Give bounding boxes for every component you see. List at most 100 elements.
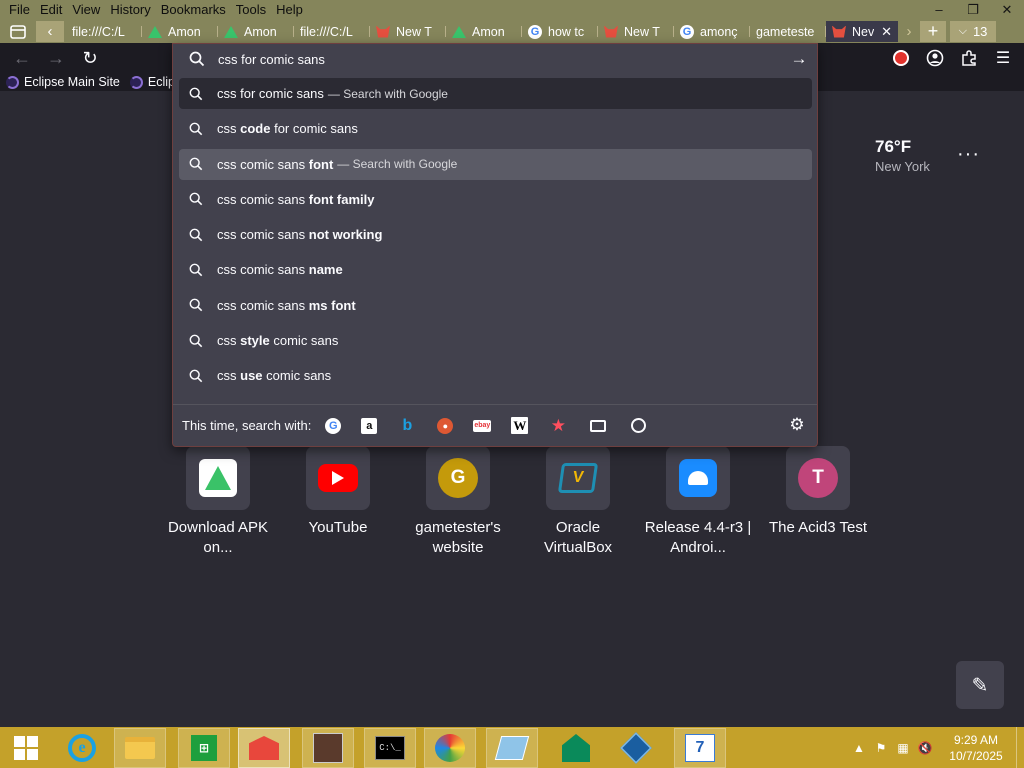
suggestion-row[interactable]: css comic sans ms font — [179, 290, 812, 321]
show-desktop-button[interactable] — [1016, 727, 1024, 768]
firefox-view-button[interactable] — [0, 21, 36, 42]
suggestion-bold: use — [240, 368, 263, 384]
minimize-button[interactable]: – — [922, 0, 956, 19]
weather-menu-icon[interactable]: ··· — [957, 143, 980, 166]
clock[interactable]: 9:29 AM 10/7/2025 — [942, 732, 1010, 764]
weather-widget[interactable]: 76°F New York — [875, 137, 930, 174]
suggestion-row[interactable]: css comic sans not working — [179, 219, 812, 250]
taskbar-home-app[interactable] — [550, 728, 602, 768]
menu-history[interactable]: History — [105, 0, 155, 19]
tab-label: Amon — [472, 24, 505, 39]
network-icon[interactable]: ▦ — [892, 737, 914, 759]
extension-icon — [893, 50, 909, 66]
tab-4[interactable]: New T — [370, 21, 446, 42]
suggestions-list: css for comic sans — Search with Google cs… — [179, 78, 812, 396]
suggestion-row[interactable]: css for comic sans — Search with Google — [179, 78, 812, 109]
taskbar-file-explorer[interactable] — [114, 728, 166, 768]
shortcut-acid3[interactable]: T The Acid3 Test — [758, 446, 878, 558]
volume-muted-icon[interactable]: 🔇 — [914, 737, 936, 759]
menu-file[interactable]: File — [4, 0, 35, 19]
suggestion-row[interactable]: css comic sans name — [179, 254, 812, 285]
search-settings-gear-icon[interactable]: ⚙ — [788, 415, 806, 434]
tab-scroll-right-button[interactable]: › — [898, 21, 920, 42]
tab-3[interactable]: file:///C:/L — [294, 21, 370, 42]
tab-9[interactable]: gameteste — [750, 21, 826, 42]
account-button[interactable] — [924, 47, 946, 69]
show-hidden-icons-chevron-up-icon[interactable]: ▲ — [848, 737, 870, 759]
menu-bookmarks[interactable]: Bookmarks — [156, 0, 231, 19]
taskbar-paint[interactable] — [424, 728, 476, 768]
close-tab-icon[interactable]: ✕ — [881, 24, 892, 40]
urlbar-input[interactable] — [218, 51, 778, 67]
history-clock-icon[interactable] — [628, 416, 648, 436]
tab-7[interactable]: New T — [598, 21, 674, 42]
taskbar-store[interactable]: ⊞ — [178, 728, 230, 768]
toolbar-right: ☰ — [890, 47, 1014, 69]
taskbar-7zip[interactable]: 7 — [674, 728, 726, 768]
amazon-engine-icon[interactable]: a — [361, 417, 378, 434]
tab-favicon-icon — [832, 25, 846, 39]
shortcut-download-apk[interactable]: Download APK on... — [158, 446, 278, 558]
taskbar-virtualbox[interactable] — [610, 728, 662, 768]
tab-5[interactable]: Amon — [446, 21, 522, 42]
new-tab-button[interactable]: + — [920, 21, 946, 42]
shortcut-android-release[interactable]: Release 4.4-r3 | Androi... — [638, 446, 758, 558]
go-button[interactable]: → — [789, 49, 809, 69]
suggestion-bold: font family — [308, 191, 375, 207]
shortcut-tile — [186, 446, 250, 510]
menu-view[interactable]: View — [67, 0, 105, 19]
shortcut-label: Download APK on... — [167, 519, 269, 556]
tabs-search-icon[interactable] — [588, 416, 608, 436]
restore-button[interactable]: ❐ — [956, 0, 990, 19]
forward-button[interactable]: → — [45, 47, 67, 69]
suggestion-row[interactable]: css comic sans font family — [179, 184, 812, 215]
suggestion-row[interactable]: css comic sans font — Search with Google — [179, 148, 812, 180]
suggestion-bold: code — [240, 121, 271, 137]
taskbar-photo-app[interactable] — [302, 728, 354, 768]
suggestion-row[interactable]: css use comic sans — [179, 360, 812, 391]
tab-2[interactable]: Amon — [218, 21, 294, 42]
one-off-search-row: This time, search with: G a b ● ebay W ★… — [173, 404, 817, 446]
firefox-view-icon — [10, 24, 26, 39]
suggestion-row[interactable]: css style comic sans — [179, 325, 812, 356]
action-center-flag-icon[interactable]: ⚑ — [870, 737, 892, 759]
back-button[interactable]: ← — [11, 47, 33, 69]
wikipedia-engine-icon[interactable]: W — [511, 417, 529, 434]
google-engine-icon[interactable]: G — [325, 417, 342, 434]
tab-6[interactable]: Ghow tc — [522, 21, 598, 42]
app-menu-button[interactable]: ☰ — [992, 47, 1014, 69]
extension-button[interactable] — [890, 47, 912, 69]
search-icon — [189, 122, 217, 136]
taskbar-command-prompt[interactable]: C:\_ — [364, 728, 416, 768]
shortcut-virtualbox[interactable]: V Oracle VirtualBox — [518, 446, 638, 558]
ebay-engine-icon[interactable]: ebay — [473, 419, 492, 432]
tab-8[interactable]: Gamonç — [674, 21, 750, 42]
photo-icon — [313, 733, 343, 763]
close-window-button[interactable]: ✕ — [990, 0, 1024, 19]
taskbar-reader[interactable] — [486, 728, 538, 768]
search-icon — [189, 334, 217, 348]
list-all-tabs-button[interactable]: ⌵ 13 — [950, 21, 996, 42]
tab-active[interactable]: Nev ✕ — [826, 21, 898, 42]
tab-scroll-left-button[interactable]: ‹ — [36, 21, 64, 42]
reload-button[interactable]: ↻ — [79, 47, 101, 69]
menu-edit[interactable]: Edit — [35, 0, 67, 19]
bookmarks-star-icon[interactable]: ★ — [548, 416, 568, 436]
shortcut-gametester[interactable]: G gametester's website — [398, 446, 518, 558]
tab-1[interactable]: Amon — [142, 21, 218, 42]
bing-engine-icon[interactable]: b — [397, 416, 417, 436]
shortcut-youtube[interactable]: YouTube — [278, 446, 398, 558]
suggestion-row[interactable]: css code for comic sans — [179, 113, 812, 144]
bookmark-eclipse-main[interactable]: Eclipse Main Site — [6, 75, 120, 89]
customize-button[interactable]: ✎ — [956, 661, 1004, 709]
taskbar-browser[interactable] — [238, 728, 290, 768]
tab-0[interactable]: file:///C:/L — [66, 21, 142, 42]
account-icon — [926, 49, 944, 67]
menu-tools[interactable]: Tools — [231, 0, 271, 19]
menu-help[interactable]: Help — [271, 0, 308, 19]
taskbar-internet-explorer[interactable]: e — [56, 728, 108, 768]
extensions-button[interactable] — [958, 47, 980, 69]
start-button[interactable] — [4, 728, 48, 768]
tab-label: New T — [396, 24, 432, 39]
duckduckgo-engine-icon[interactable]: ● — [437, 417, 454, 434]
